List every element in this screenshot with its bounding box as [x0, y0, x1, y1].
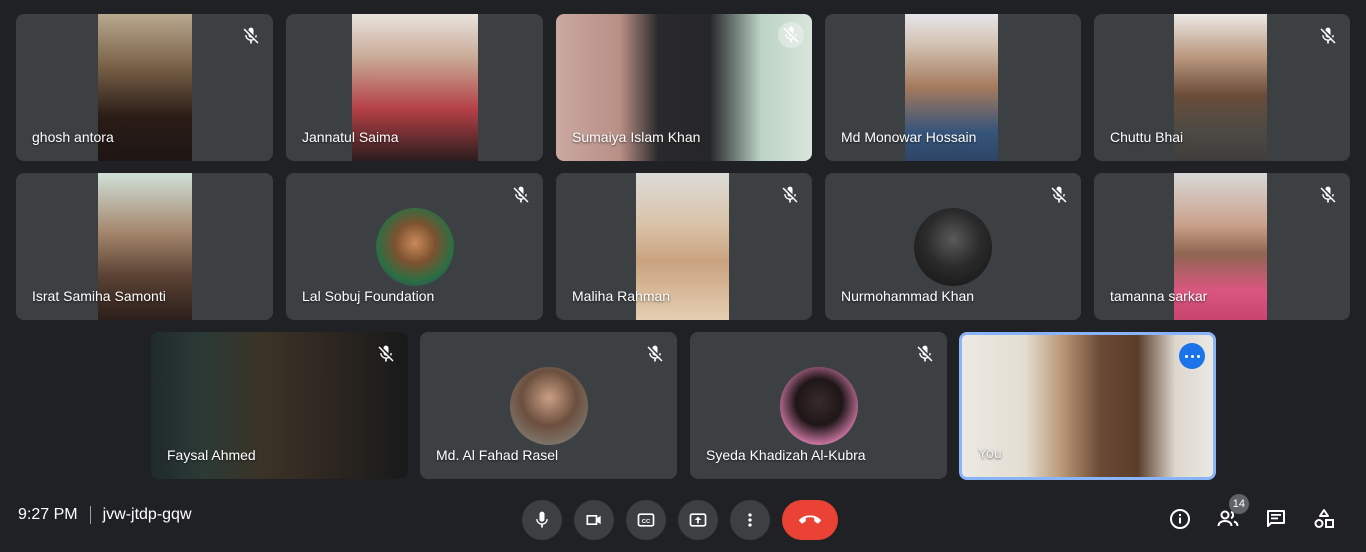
- participant-tile[interactable]: tamanna sarkar: [1094, 173, 1350, 320]
- participant-name: Nurmohammad Khan: [841, 288, 975, 304]
- mic-off-icon: [1049, 185, 1069, 205]
- participant-name: tamanna sarkar: [1110, 288, 1208, 304]
- participant-name: Md Monowar Hossain: [841, 129, 977, 145]
- camera-button[interactable]: [574, 500, 614, 540]
- people-button[interactable]: 14: [1215, 494, 1249, 532]
- end-call-button[interactable]: [782, 500, 838, 540]
- microphone-button[interactable]: [522, 500, 562, 540]
- mic-off-icon: [511, 185, 531, 205]
- svg-text:CC: CC: [642, 519, 651, 525]
- participant-video: [1174, 14, 1267, 161]
- mic-off-icon: [1318, 185, 1338, 205]
- meeting-info: 9:27 PM jvw-jtdp-gqw: [18, 506, 192, 524]
- participant-tile[interactable]: Chuttu Bhai: [1094, 14, 1350, 161]
- avatar: [375, 207, 454, 286]
- participant-tile[interactable]: ghosh antora: [16, 14, 273, 161]
- end-call-icon: [799, 515, 821, 524]
- participant-tile[interactable]: Faysal Ahmed: [151, 332, 408, 479]
- more-options-button[interactable]: [730, 500, 770, 540]
- participant-tile[interactable]: Md. Al Fahad Rasel: [420, 332, 677, 479]
- bottom-bar: 9:27 PM jvw-jtdp-gqw CC 14: [0, 486, 1366, 552]
- participant-name: Chuttu Bhai: [1110, 129, 1184, 145]
- participant-name: Syeda Khadizah Al-Kubra: [706, 447, 866, 463]
- microphone-icon: [536, 511, 548, 528]
- chat-button[interactable]: [1263, 506, 1289, 532]
- participant-name: Israt Samiha Samonti: [32, 288, 166, 304]
- activities-button[interactable]: [1311, 506, 1337, 532]
- participant-tile[interactable]: Maliha Rahman: [556, 173, 812, 320]
- self-label: You: [978, 445, 1002, 461]
- captions-icon: CC: [637, 513, 655, 527]
- meeting-details-button[interactable]: [1167, 506, 1193, 532]
- avatar: [509, 366, 588, 445]
- mic-off-icon: [780, 185, 800, 205]
- participant-name: Md. Al Fahad Rasel: [436, 447, 559, 463]
- mic-off-icon: [778, 22, 804, 48]
- participant-name: Lal Sobuj Foundation: [302, 288, 435, 304]
- more-options-button[interactable]: [1179, 343, 1205, 369]
- present-icon: [689, 513, 707, 527]
- participant-tile[interactable]: Jannatul Saima: [286, 14, 543, 161]
- participant-tile[interactable]: Nurmohammad Khan: [825, 173, 1081, 320]
- participant-tile[interactable]: Sumaiya Islam Khan: [556, 14, 812, 161]
- participant-name: Jannatul Saima: [302, 129, 399, 145]
- activities-icon: [1314, 509, 1334, 528]
- mic-off-icon: [241, 26, 261, 46]
- participant-name: Faysal Ahmed: [167, 447, 256, 463]
- clock-time: 9:27 PM: [18, 506, 78, 523]
- participant-tile[interactable]: Israt Samiha Samonti: [16, 173, 273, 320]
- participant-tile[interactable]: Lal Sobuj Foundation: [286, 173, 543, 320]
- divider: [89, 506, 91, 524]
- mic-off-icon: [376, 344, 396, 364]
- participant-name: ghosh antora: [32, 129, 114, 145]
- self-view-tile[interactable]: You: [959, 332, 1216, 480]
- present-button[interactable]: [678, 500, 718, 540]
- participant-name: Sumaiya Islam Khan: [572, 129, 701, 145]
- mic-off-icon: [915, 344, 935, 364]
- avatar: [914, 207, 992, 286]
- mic-off-icon: [1318, 26, 1338, 46]
- info-icon: [1170, 509, 1190, 529]
- participant-name: Maliha Rahman: [572, 288, 671, 304]
- meeting-code: jvw-jtdp-gqw: [102, 506, 192, 523]
- camera-icon: [586, 515, 601, 525]
- captions-button[interactable]: CC: [626, 500, 666, 540]
- participant-count-badge: 14: [1228, 494, 1249, 514]
- avatar: [779, 366, 858, 445]
- mic-off-icon: [645, 344, 665, 364]
- more-options-icon: [748, 513, 752, 527]
- participant-tile[interactable]: Md Monowar Hossain: [825, 14, 1081, 161]
- participant-tile[interactable]: Syeda Khadizah Al-Kubra: [690, 332, 947, 479]
- chat-icon: [1267, 510, 1285, 527]
